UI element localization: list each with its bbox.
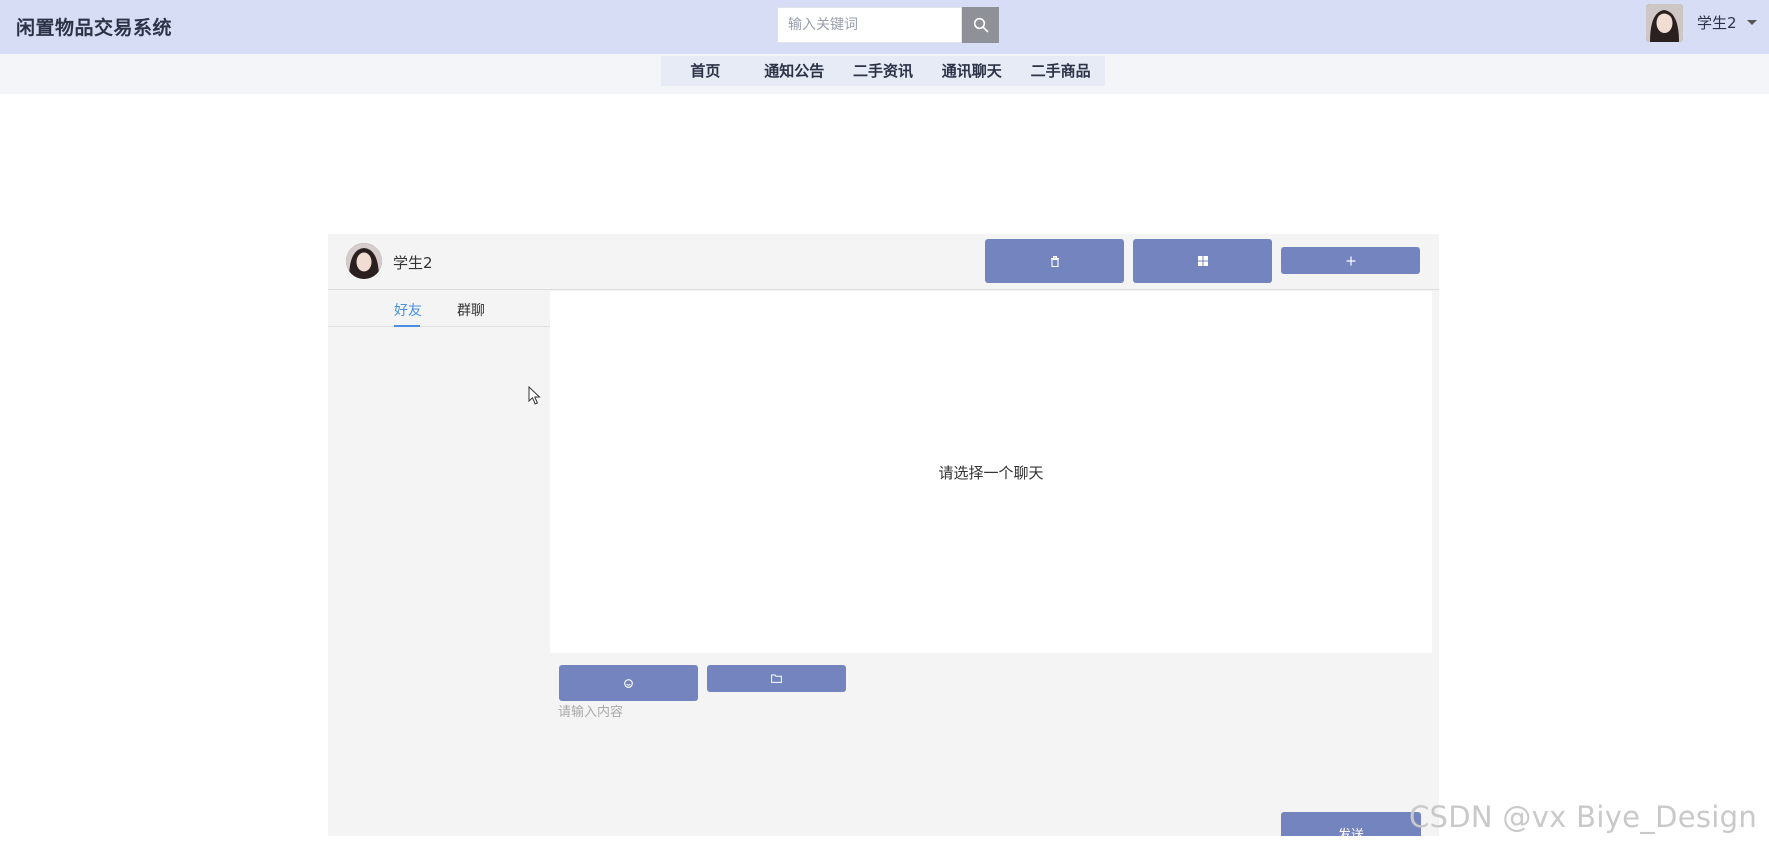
main-nav: 首页 通知公告 二手资讯 通讯聊天 二手商品 xyxy=(661,56,1105,86)
mouse-pointer-icon xyxy=(528,386,541,405)
contacts-sidebar: 好友 群聊 xyxy=(328,291,550,836)
site-title: 闲置物品交易系统 xyxy=(16,17,173,39)
user-name: 学生2 xyxy=(1697,14,1737,32)
delete-button[interactable] xyxy=(985,239,1124,283)
nav-bar: 首页 通知公告 二手资讯 通讯聊天 二手商品 xyxy=(0,54,1769,94)
message-area: 请选择一个聊天 xyxy=(550,291,1432,653)
nav-item-notices[interactable]: 通知公告 xyxy=(750,56,839,86)
search-box xyxy=(777,7,999,43)
caret-down-icon[interactable] xyxy=(1746,20,1757,25)
search-input[interactable] xyxy=(777,7,962,43)
tab-friends[interactable]: 好友 xyxy=(394,300,422,320)
avatar xyxy=(1646,3,1683,42)
chat-user-avatar xyxy=(346,243,382,279)
trash-icon xyxy=(1050,255,1059,267)
active-tab-indicator xyxy=(394,325,420,327)
nav-item-news[interactable]: 二手资讯 xyxy=(839,56,928,86)
emoji-button[interactable] xyxy=(559,665,698,701)
chat-panel: 学生2 好友 群聊 请选择一个聊天 请输入内容 发送 xyxy=(328,234,1439,836)
empty-chat-message: 请选择一个聊天 xyxy=(938,463,1044,482)
emoji-icon xyxy=(624,678,633,688)
nav-item-home[interactable]: 首页 xyxy=(661,56,750,86)
search-icon xyxy=(973,17,988,33)
watermark: CSDN @vx Biye_Design xyxy=(1409,800,1758,834)
folder-icon xyxy=(771,674,782,683)
plus-icon xyxy=(1346,256,1355,265)
top-bar: 闲置物品交易系统 学生2 xyxy=(0,0,1769,54)
file-button[interactable] xyxy=(707,665,846,692)
nav-item-chat[interactable]: 通讯聊天 xyxy=(927,56,1016,86)
search-button[interactable] xyxy=(962,7,999,43)
user-menu[interactable]: 学生2 xyxy=(1646,0,1757,45)
add-button[interactable] xyxy=(1281,247,1420,274)
chat-header: 学生2 xyxy=(328,234,1439,290)
grid-icon xyxy=(1197,256,1208,266)
contact-tabs: 好友 群聊 xyxy=(328,291,550,327)
tab-groups[interactable]: 群聊 xyxy=(457,300,485,320)
nav-item-goods[interactable]: 二手商品 xyxy=(1016,56,1105,86)
chat-user-name: 学生2 xyxy=(393,254,433,272)
message-input[interactable] xyxy=(558,700,858,724)
grid-button[interactable] xyxy=(1133,239,1272,283)
send-button[interactable]: 发送 xyxy=(1281,812,1421,836)
